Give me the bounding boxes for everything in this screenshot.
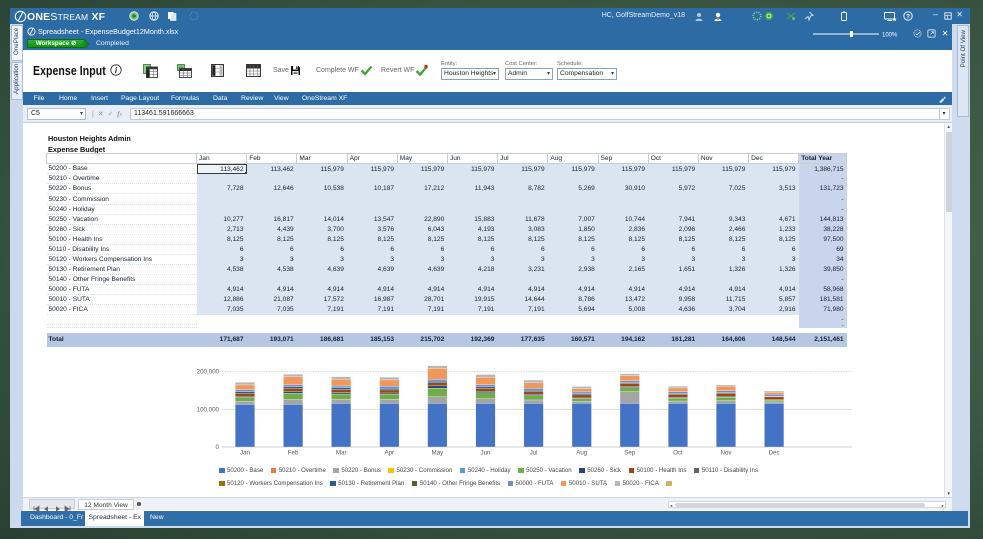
svg-text:Aug: Aug	[576, 450, 588, 457]
svg-text:100%: 100%	[882, 33, 898, 39]
svg-text:Jul: Jul	[530, 450, 538, 457]
svg-text:?: ?	[906, 13, 910, 20]
svg-text:Oct: Oct	[673, 450, 683, 457]
svg-text:Apr: Apr	[384, 450, 394, 457]
svg-text:100,000: 100,000	[197, 406, 220, 413]
svg-text:i: i	[115, 66, 118, 75]
svg-text:Sep: Sep	[624, 450, 636, 457]
svg-text:Feb: Feb	[288, 450, 299, 457]
svg-text:0: 0	[216, 444, 220, 451]
svg-text:Jun: Jun	[481, 450, 492, 457]
svg-text:200,000: 200,000	[197, 369, 220, 376]
svg-text:Mar: Mar	[336, 450, 347, 457]
svg-text:Nov: Nov	[720, 450, 732, 457]
svg-text:Dec: Dec	[769, 450, 780, 457]
svg-text:Jan: Jan	[240, 450, 251, 457]
svg-text:May: May	[432, 450, 445, 457]
